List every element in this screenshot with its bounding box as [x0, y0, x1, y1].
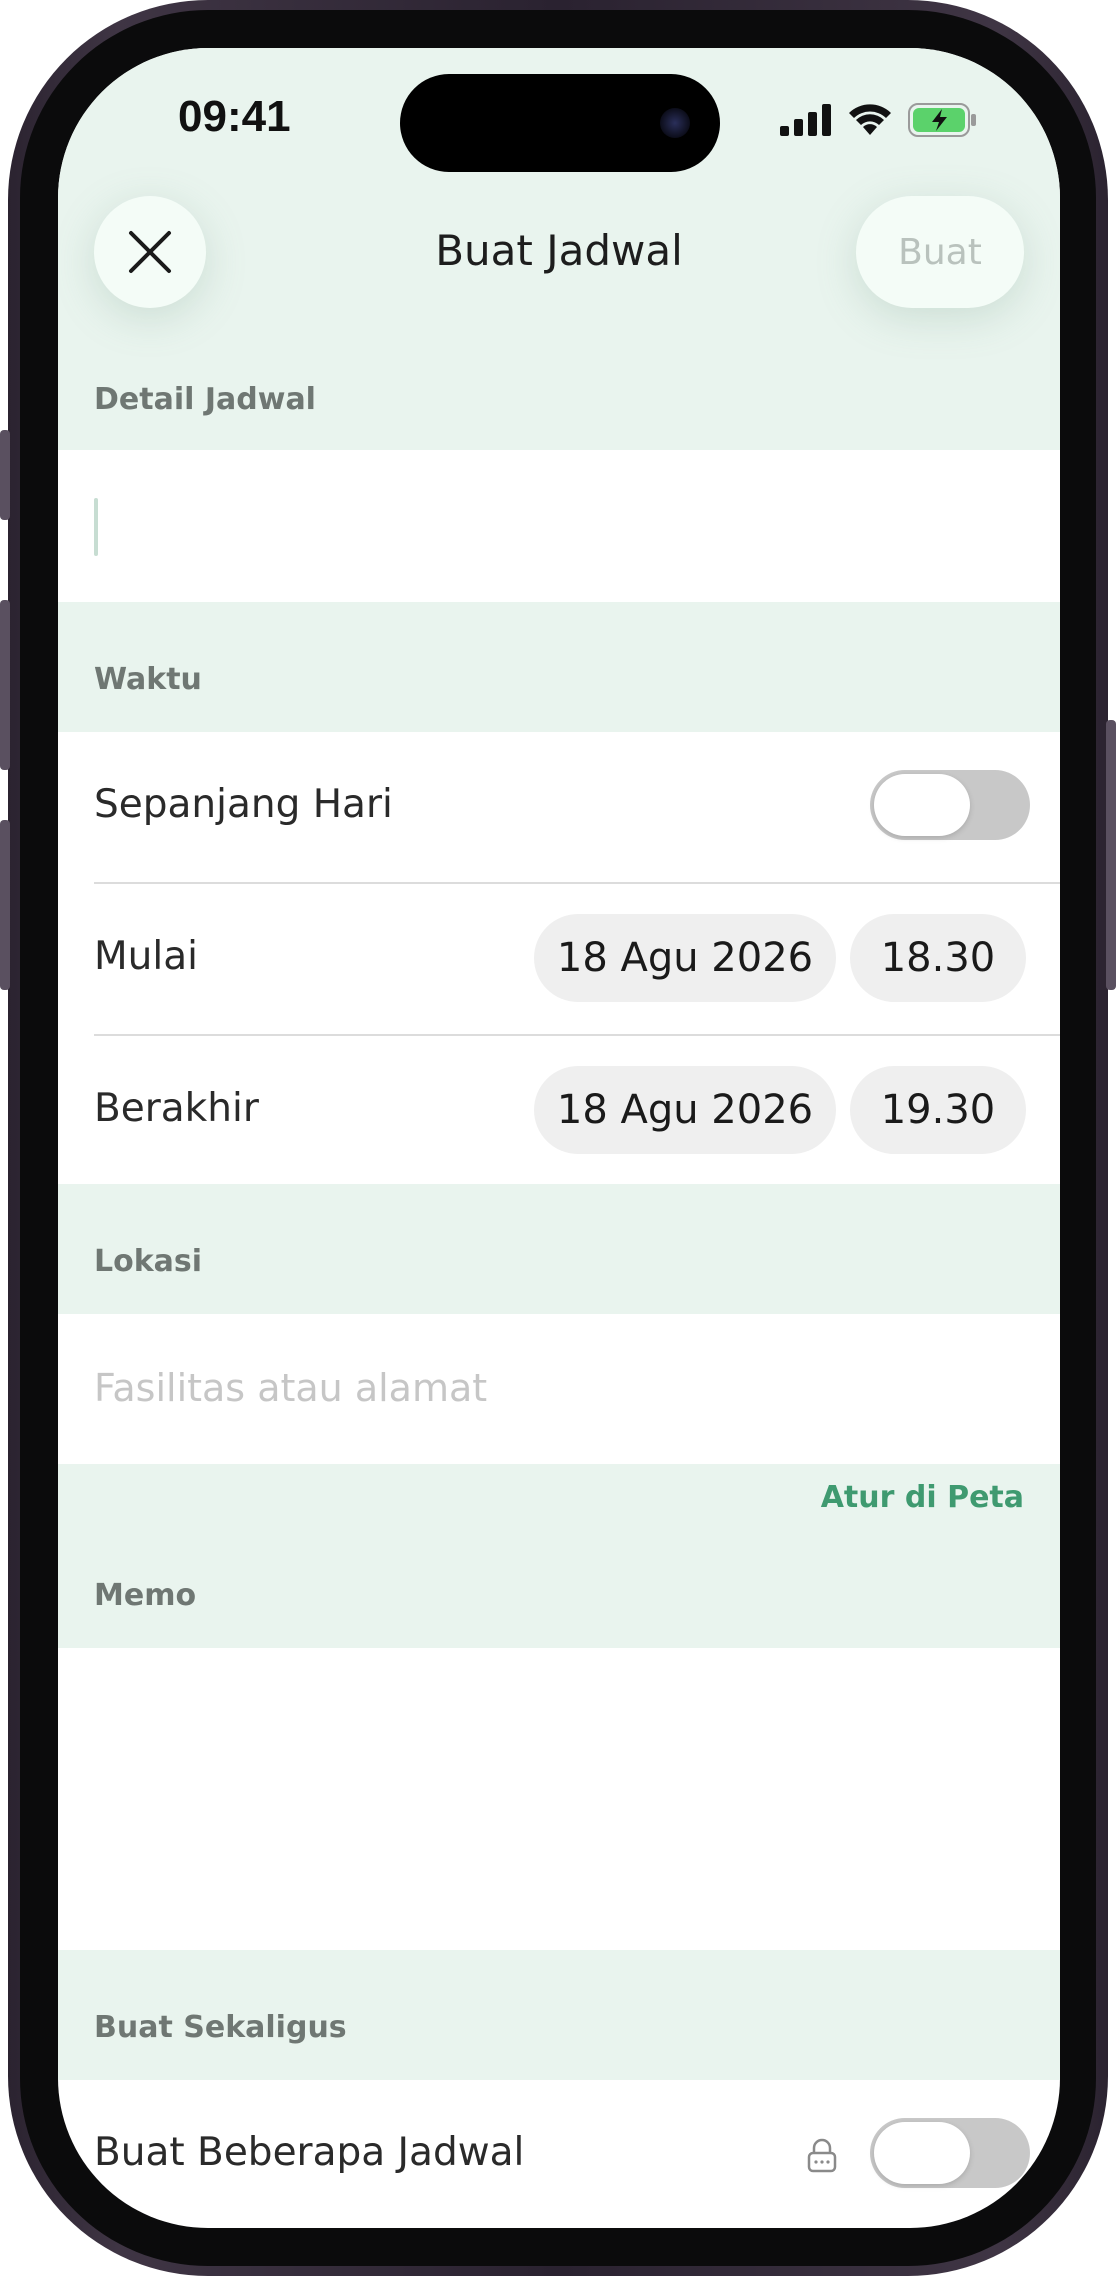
- action-button: [0, 430, 10, 520]
- dynamic-island: [400, 74, 720, 172]
- text-cursor: [94, 498, 98, 556]
- battery-charging-icon: [908, 103, 976, 137]
- toggle-knob: [874, 2122, 970, 2184]
- section-label-memo: Memo: [94, 1578, 197, 1613]
- end-date-pill[interactable]: 18 Agu 2026: [534, 1066, 836, 1154]
- section-label-time: Waktu: [94, 662, 202, 697]
- detail-input[interactable]: [58, 450, 1060, 602]
- section-label-bulk: Buat Sekaligus: [94, 2010, 347, 2045]
- status-bar: 09:41: [58, 48, 1060, 198]
- divider: [94, 882, 1060, 884]
- volume-up-button: [0, 600, 10, 770]
- set-on-map-link[interactable]: Atur di Peta: [821, 1480, 1024, 1515]
- divider: [94, 1034, 1060, 1036]
- lock-icon: [807, 2138, 837, 2173]
- create-button[interactable]: Buat: [856, 196, 1024, 308]
- end-label: Berakhir: [94, 1086, 259, 1131]
- location-placeholder: Fasilitas atau alamat: [94, 1366, 488, 1410]
- section-label-location: Lokasi: [94, 1244, 203, 1279]
- power-button: [1106, 720, 1116, 990]
- time-section-header: [58, 602, 1060, 732]
- start-label: Mulai: [94, 934, 198, 979]
- status-time: 09:41: [178, 92, 291, 141]
- signal-icon: [780, 104, 831, 136]
- all-day-toggle[interactable]: [870, 770, 1030, 840]
- status-icons: [780, 100, 978, 140]
- end-time-pill[interactable]: 19.30: [850, 1066, 1026, 1154]
- multiple-schedules-label: Buat Beberapa Jadwal: [94, 2130, 525, 2175]
- multiple-schedules-toggle[interactable]: [870, 2118, 1030, 2188]
- start-date-pill[interactable]: 18 Agu 2026: [534, 914, 836, 1002]
- screen: 09:41 Buat Jadwal Buat Detail Jadwal Wak…: [58, 48, 1060, 2228]
- start-time-pill[interactable]: 18.30: [850, 914, 1026, 1002]
- section-label-detail: Detail Jadwal: [94, 382, 316, 417]
- location-section-header: [58, 1184, 1060, 1314]
- volume-down-button: [0, 820, 10, 990]
- wifi-icon: [849, 104, 891, 135]
- toggle-knob: [874, 774, 970, 836]
- camera-icon: [660, 108, 690, 138]
- all-day-label: Sepanjang Hari: [94, 782, 393, 827]
- memo-input[interactable]: [58, 1648, 1060, 1950]
